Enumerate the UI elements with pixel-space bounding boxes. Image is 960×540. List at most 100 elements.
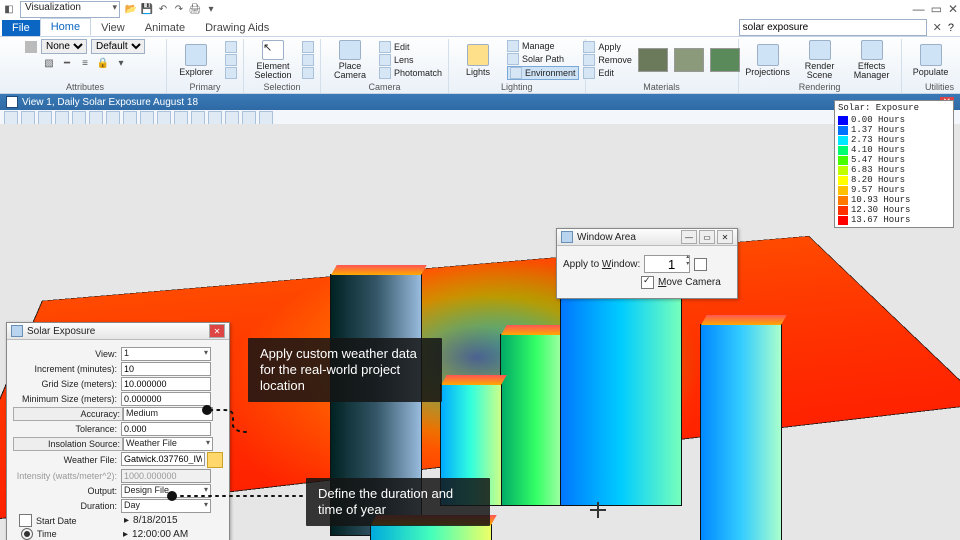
qat-more-icon[interactable]: ▾ [204, 2, 218, 16]
vt-13[interactable] [208, 111, 222, 125]
vt-16[interactable] [259, 111, 273, 125]
primary-tool-3[interactable] [225, 67, 237, 79]
place-camera-button[interactable]: Place Camera [327, 40, 373, 80]
camera-lens[interactable]: Lens [379, 54, 442, 66]
window-area-title: Window Area [577, 232, 636, 243]
help-icon[interactable]: ? [948, 22, 954, 34]
primary-tool-2[interactable] [225, 54, 237, 66]
legend-row: 0.00 Hours [838, 115, 950, 125]
move-camera-label: Move Camera [658, 277, 721, 288]
group-attributes-label: Attributes [66, 81, 104, 93]
element-selection-button[interactable]: ↖Element Selection [250, 40, 296, 80]
browse-file-icon[interactable] [207, 452, 223, 468]
sel-tool-1[interactable] [302, 41, 314, 53]
start-time-value[interactable]: 12:00:00 AM [132, 529, 188, 540]
vt-14[interactable] [225, 111, 239, 125]
primary-tool-1[interactable] [225, 41, 237, 53]
vt-5[interactable] [72, 111, 86, 125]
legend-row: 13.67 Hours [838, 215, 950, 225]
attr-weight-icon[interactable]: ≡ [78, 56, 92, 70]
lbl-source[interactable]: Insolation Source: [13, 437, 123, 451]
vt-6[interactable] [89, 111, 103, 125]
vt-7[interactable] [106, 111, 120, 125]
tab-view[interactable]: View [91, 20, 135, 36]
qat-print-icon[interactable]: 🖨 [188, 2, 202, 16]
accuracy-dropdown[interactable]: Medium [123, 407, 213, 421]
sel-tool-3[interactable] [302, 67, 314, 79]
level-icon [25, 41, 37, 53]
level-select[interactable]: None [41, 39, 87, 54]
materials-remove[interactable]: Remove [583, 54, 632, 66]
vt-1[interactable] [4, 111, 18, 125]
populate-button[interactable]: Populate [908, 40, 954, 80]
weather-file-input[interactable] [121, 452, 205, 466]
window-close-icon[interactable]: ✕ [948, 2, 958, 16]
lbl-output: Output: [13, 486, 121, 496]
vt-8[interactable] [123, 111, 137, 125]
camera-edit[interactable]: Edit [379, 41, 442, 53]
attr-line-icon[interactable]: ━ [60, 56, 74, 70]
window-restore-icon[interactable]: ▭ [931, 2, 942, 16]
qat-open-icon[interactable]: 📂 [124, 2, 138, 16]
start-time-radio[interactable] [21, 528, 33, 540]
tab-home[interactable]: Home [40, 18, 91, 36]
lbl-accuracy[interactable]: Accuracy: [13, 407, 123, 421]
sel-tool-2[interactable] [302, 54, 314, 66]
window-minimize-icon[interactable]: — [913, 2, 925, 16]
insolation-source-dropdown[interactable]: Weather File [123, 437, 213, 451]
lighting-environment[interactable]: Environment [507, 66, 579, 80]
increment-input[interactable] [121, 362, 211, 376]
attr-lock-icon[interactable]: 🔒 [96, 56, 110, 70]
display-select[interactable]: Default [91, 39, 145, 54]
duration-dropdown[interactable]: Day [121, 499, 211, 513]
camera-photomatch[interactable]: Photomatch [379, 67, 442, 79]
solar-close-icon[interactable]: ✕ [209, 324, 225, 338]
materials-apply[interactable]: Apply [583, 41, 632, 53]
start-date-checkbox[interactable] [19, 514, 32, 527]
window-area-close-icon[interactable]: ✕ [717, 230, 733, 244]
vt-15[interactable] [242, 111, 256, 125]
material-swatch-1[interactable] [638, 48, 668, 72]
lbl-weather: Weather File: [13, 455, 121, 465]
explorer-button[interactable]: Explorer [173, 40, 219, 80]
projections-button[interactable]: Projections [745, 40, 791, 80]
workflow-dropdown[interactable]: Visualization [20, 1, 120, 18]
move-camera-checkbox[interactable] [641, 276, 654, 289]
effects-manager-button[interactable]: Effects Manager [849, 40, 895, 80]
lighting-manage[interactable]: Manage [507, 40, 579, 52]
vt-2[interactable] [21, 111, 35, 125]
tab-file[interactable]: File [2, 20, 40, 36]
vt-12[interactable] [191, 111, 205, 125]
window-area-max-icon[interactable]: ▭ [699, 230, 715, 244]
vt-9[interactable] [140, 111, 154, 125]
view-dropdown[interactable]: 1 [121, 347, 211, 361]
tolerance-input[interactable] [121, 422, 211, 436]
vt-11[interactable] [174, 111, 188, 125]
vt-3[interactable] [38, 111, 52, 125]
window-area-min-icon[interactable]: — [681, 230, 697, 244]
lighting-solar-path[interactable]: Solar Path [507, 53, 579, 65]
legend-row: 2.73 Hours [838, 135, 950, 145]
attr-more-icon[interactable]: ▾ [114, 56, 128, 70]
min-size-input[interactable] [121, 392, 211, 406]
material-swatch-3[interactable] [710, 48, 740, 72]
vt-4[interactable] [55, 111, 69, 125]
search-clear-icon[interactable]: ✕ [933, 21, 942, 34]
render-scene-button[interactable]: Render Scene [797, 40, 843, 80]
materials-edit[interactable]: Edit [583, 67, 632, 79]
grid-size-input[interactable] [121, 377, 211, 391]
apply-checkbox[interactable] [694, 258, 707, 271]
lights-button[interactable]: Lights [455, 40, 501, 80]
tab-animate[interactable]: Animate [135, 20, 195, 36]
apply-to-window-input[interactable] [644, 255, 690, 273]
material-swatch-2[interactable] [674, 48, 704, 72]
qat-save-icon[interactable]: 💾 [140, 2, 154, 16]
vt-10[interactable] [157, 111, 171, 125]
qat-redo-icon[interactable]: ↷ [172, 2, 186, 16]
tab-drawing-aids[interactable]: Drawing Aids [195, 20, 279, 36]
ribbon-search-input[interactable] [739, 19, 927, 36]
attr-color-icon[interactable]: ▧ [42, 56, 56, 70]
start-date-value[interactable]: 8/18/2015 [133, 515, 178, 526]
qat-undo-icon[interactable]: ↶ [156, 2, 170, 16]
output-dropdown[interactable]: Design File [121, 484, 211, 498]
